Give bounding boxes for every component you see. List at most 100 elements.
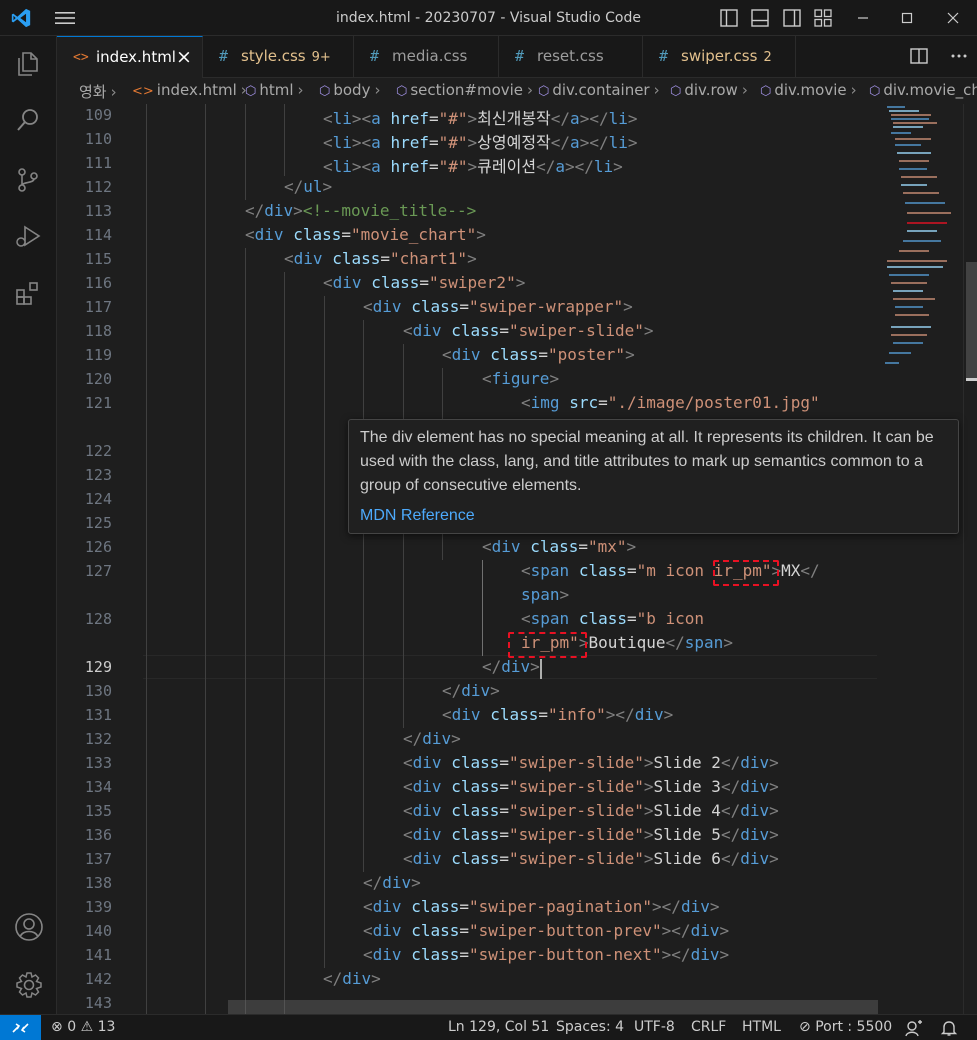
code-line: </div> [403, 729, 461, 748]
tab-label: style.css [241, 47, 306, 65]
problem-count-badge: 9+ [311, 50, 331, 65]
manage-button[interactable] [0, 958, 57, 1010]
minimap[interactable] [877, 104, 965, 1014]
run-debug-icon [16, 225, 41, 247]
code-line: </div> [442, 681, 500, 700]
notifications-bell-icon[interactable] [940, 1019, 958, 1037]
vertical-scrollbar[interactable] [963, 104, 977, 1014]
line-number: 140 [84, 922, 112, 940]
line-number: 138 [84, 874, 112, 892]
css-file-icon: # [515, 47, 525, 65]
encoding-setting[interactable]: UTF-8 [634, 1019, 675, 1035]
problems-button[interactable]: ⊗ 0 ⚠ 13 [51, 1019, 115, 1035]
breadcrumb-item[interactable]: ⬡ body › [319, 81, 380, 99]
line-number: 134 [84, 778, 112, 796]
line-number: 135 [84, 802, 112, 820]
line-number: 126 [84, 538, 112, 556]
maximize-icon[interactable] [885, 0, 929, 36]
tab-swiper-css[interactable]: # swiper.css 2 [643, 36, 796, 78]
horizontal-scrollbar[interactable] [228, 1000, 878, 1014]
feedback-icon[interactable] [904, 1019, 924, 1037]
code-line: <div class="swiper-button-next"></div> [363, 945, 730, 964]
more-actions-icon[interactable] [949, 46, 969, 66]
code-line: <span class="b icon [521, 609, 705, 628]
line-number: 121 [84, 394, 112, 412]
close-tab-icon[interactable]: × [175, 47, 193, 67]
line-number: 123 [84, 466, 112, 484]
tab-label: index.html [96, 48, 176, 66]
highlight-box [713, 560, 779, 586]
source-control-icon [18, 168, 38, 192]
tab-index-html[interactable]: <> index.html × [57, 36, 203, 79]
element-icon: ⬡ [538, 84, 550, 99]
end-of-line-setting[interactable]: CRLF [691, 1019, 726, 1035]
code-editor[interactable]: 109 110 111 112 113 114 115 116 117 118 … [57, 104, 977, 1014]
scrollbar-thumb[interactable] [966, 262, 977, 380]
tab-style-css[interactable]: # style.css 9+ [203, 36, 354, 78]
files-icon [18, 52, 38, 76]
close-window-icon[interactable] [931, 0, 975, 36]
mdn-reference-link[interactable]: MDN Reference [360, 507, 475, 525]
breadcrumb-item[interactable]: ⬡ div.movie_ch [869, 81, 977, 99]
breadcrumb-item[interactable]: ⬡ div.movie › [760, 81, 857, 99]
search-icon [17, 109, 38, 131]
cursor-position[interactable]: Ln 129, Col 51 [448, 1019, 549, 1035]
code-line: <div class="mx"> [482, 537, 637, 556]
element-icon: ⬡ [245, 84, 257, 99]
line-number: 142 [84, 970, 112, 988]
code-line: </div> [323, 969, 381, 988]
toggle-primary-sidebar-icon[interactable] [719, 8, 739, 28]
line-number: 119 [84, 346, 112, 364]
line-number: 117 [84, 298, 112, 316]
code-line: <li><a href="#">상영예정작</a></li> [323, 133, 638, 152]
breadcrumb: 영화 › <> index.html › ⬡ html › ⬡ body › ⬡ section… [57, 78, 977, 104]
live-server-port[interactable]: ⊘ Port : 5500 [799, 1019, 892, 1035]
split-editor-icon[interactable] [909, 46, 929, 66]
toggle-secondary-sidebar-icon[interactable] [782, 8, 802, 28]
html-file-icon: <> [132, 84, 154, 99]
breadcrumb-item[interactable]: ⬡ div.row › [670, 81, 748, 99]
status-bar: ⊗ 0 ⚠ 13 Ln 129, Col 51 Spaces: 4 UTF-8 … [0, 1014, 977, 1040]
line-number: 113 [84, 202, 112, 220]
customize-layout-icon[interactable] [813, 8, 833, 28]
search-button[interactable] [0, 94, 57, 146]
code-line: <div class="swiper-button-prev"></div> [363, 921, 730, 940]
line-number: 127 [84, 562, 112, 580]
hamburger-menu-icon[interactable] [54, 9, 76, 27]
cursor-position-marker [966, 378, 977, 381]
highlight-box [508, 632, 587, 658]
extensions-button[interactable] [0, 268, 57, 320]
line-number: 120 [84, 370, 112, 388]
remote-indicator-button[interactable] [0, 1015, 41, 1040]
breadcrumb-item[interactable]: <> index.html › [132, 81, 247, 99]
breadcrumb-item[interactable]: ⬡ div.container › [538, 81, 660, 99]
code-line-active: </div> [482, 657, 540, 676]
line-number-active: 129 [84, 658, 112, 676]
element-icon: ⬡ [396, 84, 408, 99]
explorer-button[interactable] [0, 38, 57, 90]
tab-reset-css[interactable]: # reset.css [499, 36, 643, 78]
code-line: <div class="swiper-slide">Slide 6</div> [403, 849, 779, 868]
code-line: <img src="./image/poster01.jpg" [521, 393, 820, 412]
css-file-icon: # [219, 47, 229, 65]
error-icon: ⊗ [51, 1019, 63, 1035]
toggle-panel-icon[interactable] [750, 8, 770, 28]
text-cursor [540, 659, 542, 679]
source-control-button[interactable] [0, 154, 57, 206]
accounts-button[interactable] [0, 900, 57, 952]
html-file-icon: <> [73, 50, 89, 65]
run-debug-button[interactable] [0, 210, 57, 262]
gear-icon [16, 972, 42, 998]
minimize-icon[interactable] [841, 0, 885, 36]
indentation-setting[interactable]: Spaces: 4 [556, 1019, 624, 1035]
language-mode[interactable]: HTML [742, 1019, 781, 1035]
tab-label: media.css [392, 47, 468, 65]
code-line: <li><a href="#">큐레이션</a></li> [323, 157, 623, 176]
code-line: <div class="swiper-slide"> [403, 321, 654, 340]
breadcrumb-item[interactable]: 영화 › [79, 81, 117, 102]
line-number: 122 [84, 442, 112, 460]
breadcrumb-item[interactable]: ⬡ section#movie › [396, 81, 533, 99]
tab-media-css[interactable]: # media.css [354, 36, 499, 78]
code-line: <li><a href="#">최신개봉작</a></li> [323, 109, 638, 128]
breadcrumb-item[interactable]: ⬡ html › [245, 81, 304, 99]
